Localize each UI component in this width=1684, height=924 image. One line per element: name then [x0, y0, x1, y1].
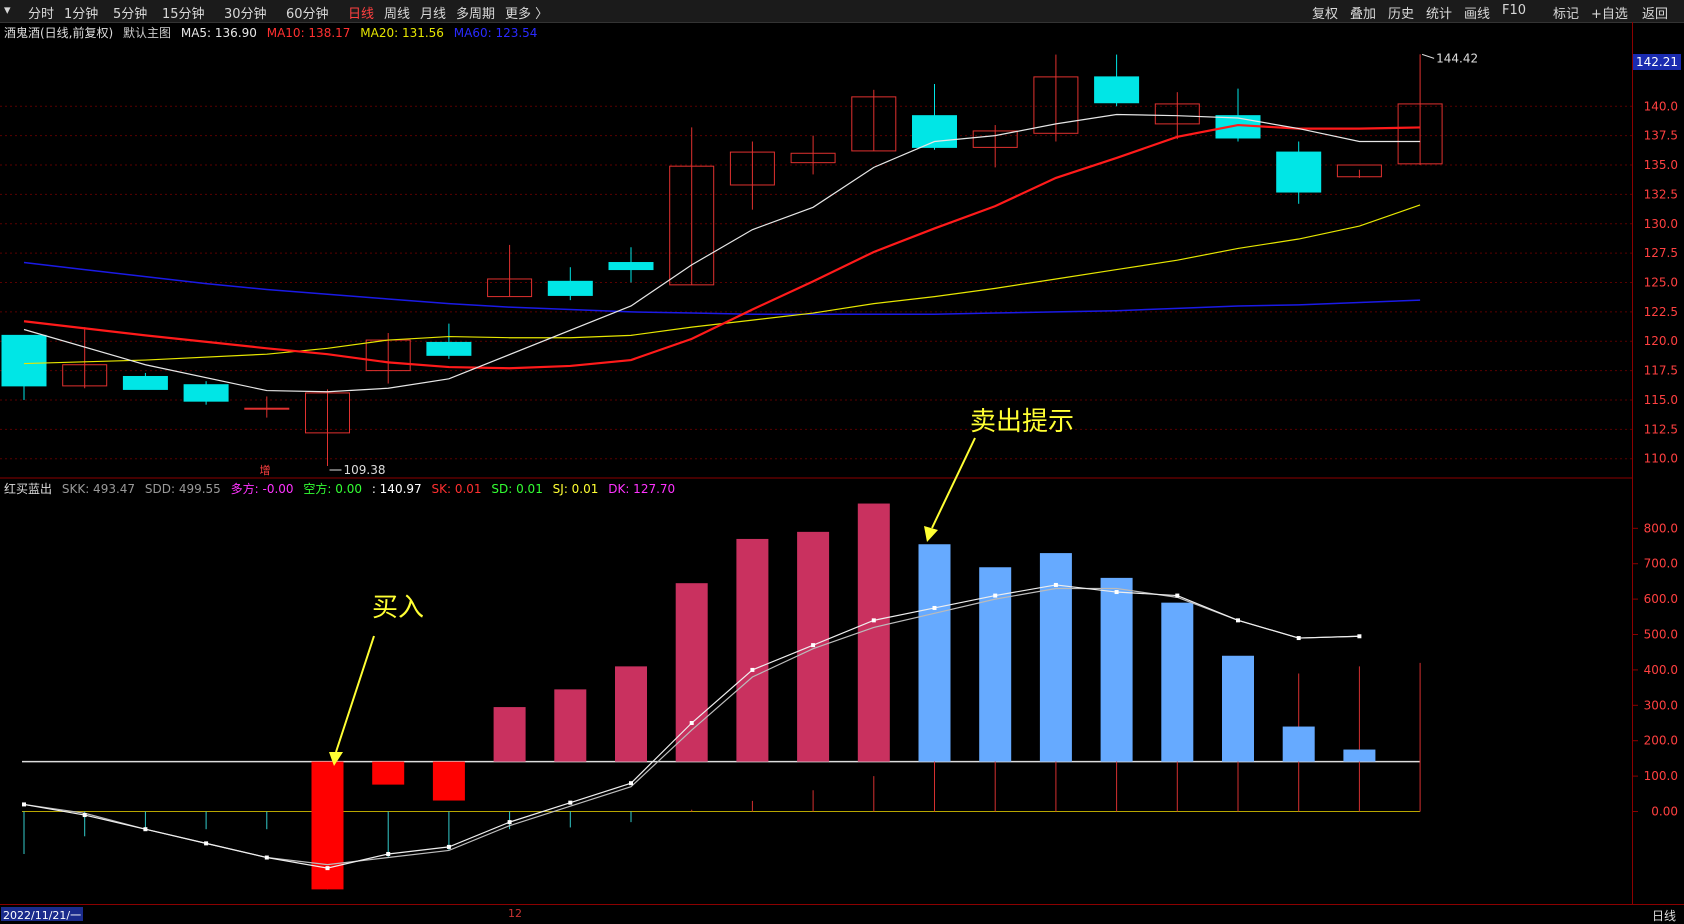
candle-body: [122, 375, 168, 390]
candle-body: [1, 334, 47, 387]
line-point: [386, 851, 391, 856]
line-point: [264, 855, 269, 860]
blue-signal-bar: [1282, 726, 1315, 762]
line-point: [22, 802, 26, 807]
buy-arrow-line: [335, 635, 375, 753]
line-point: [507, 820, 512, 825]
line-point: [446, 844, 451, 849]
candle-body: [1276, 151, 1322, 193]
status-bar: 2022/11/21/一 12 日线: [0, 904, 1684, 923]
candle-body: [183, 384, 229, 402]
price-axis: [1632, 22, 1684, 904]
red-signal-bar: [857, 503, 890, 762]
line-point: [629, 781, 633, 786]
month-marker: 12: [508, 907, 522, 920]
low-price-label: 109.38: [344, 463, 386, 477]
line-point: [1236, 618, 1240, 623]
blue-signal-bar: [1100, 577, 1133, 762]
candle-body: [912, 115, 957, 148]
high-pointer: [1421, 53, 1435, 59]
line-point: [993, 593, 998, 598]
line-point: [568, 800, 573, 805]
line-point: [871, 618, 876, 623]
blue-signal-bar: [918, 544, 951, 762]
candle-body: [608, 262, 654, 271]
line-point: [1053, 582, 1058, 587]
cursor-date: 2022/11/21/一: [1, 907, 84, 922]
line-point: [143, 827, 148, 832]
period-label[interactable]: 日线: [1652, 907, 1676, 924]
buy-signal-bar: [311, 761, 344, 890]
blue-signal-bar: [1222, 655, 1254, 762]
blue-signal-bar: [1161, 602, 1194, 762]
line-point: [82, 813, 87, 818]
buy-signal-bar: [432, 761, 465, 801]
line-point: [1175, 593, 1180, 598]
candle-body: [547, 280, 593, 296]
line-point: [811, 643, 816, 648]
sell-arrow-head: [924, 526, 938, 542]
line-point: [1114, 590, 1119, 595]
line-point: [750, 667, 755, 672]
sell-arrow-line: [931, 437, 976, 529]
line-point: [204, 841, 209, 846]
zeng-marker: 增: [260, 463, 271, 477]
line-point: [1357, 634, 1362, 639]
blue-signal-bar: [1343, 749, 1376, 762]
line-point: [325, 866, 330, 871]
ma20-line: [23, 204, 1421, 365]
stock-chart[interactable]: 140.0137.5135.0132.5130.0127.5125.0122.5…: [0, 0, 1684, 922]
candle-body: [1094, 76, 1140, 104]
red-signal-bar: [736, 538, 769, 762]
red-signal-bar: [554, 689, 587, 762]
current-price-badge: 142.21: [1633, 54, 1681, 70]
red-signal-bar: [493, 707, 526, 762]
buy-signal-bar: [372, 761, 405, 785]
line-point: [932, 605, 937, 610]
high-price-label: 144.42: [1436, 51, 1478, 65]
ma60-line: [23, 261, 1421, 315]
line-point: [1296, 636, 1301, 641]
candle-body: [426, 341, 472, 356]
red-signal-bar: [615, 666, 647, 762]
sell-annotation: 卖出提示: [970, 407, 1074, 437]
candle-body: [244, 407, 290, 410]
line-point: [689, 721, 694, 726]
buy-annotation: 买入: [372, 593, 424, 623]
